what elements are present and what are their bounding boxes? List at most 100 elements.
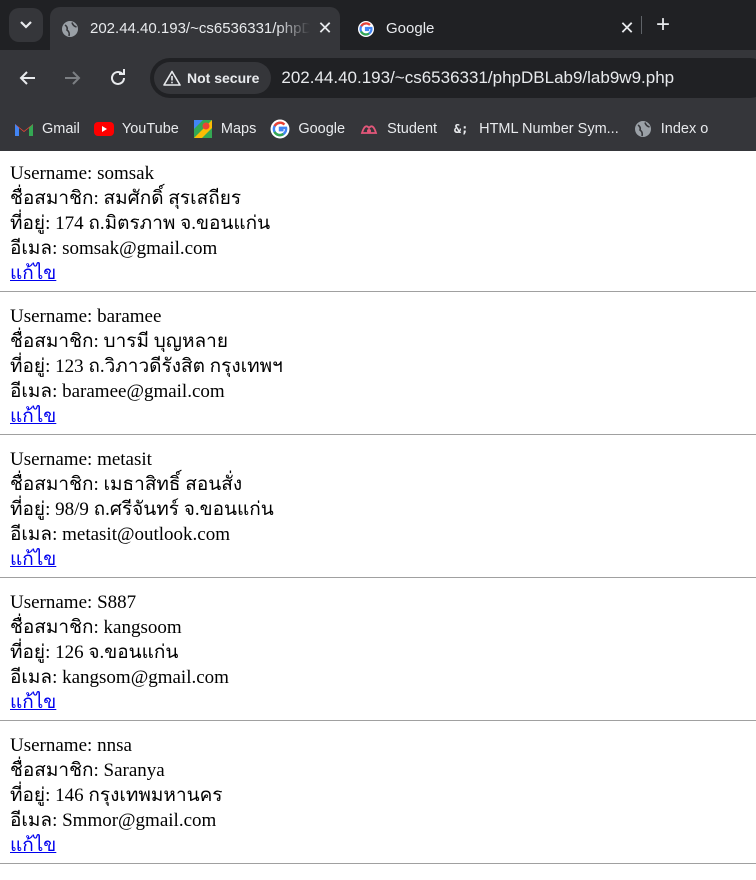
bookmark-gmail[interactable]: Gmail <box>14 119 80 139</box>
member-name-value: Saranya <box>103 760 165 781</box>
bookmarks-bar: Gmail YouTube Maps Google Student &; HTM… <box>0 106 756 151</box>
close-tab-icon[interactable]: ✕ <box>310 18 340 39</box>
address-line: ที่อยู่: 98/9 ถ.ศรีจันทร์ จ.ขอนแก่น <box>10 497 756 522</box>
back-button[interactable] <box>14 64 42 92</box>
email-label: อีเมล: <box>10 524 63 545</box>
edit-link[interactable]: แก้ไข <box>10 549 56 570</box>
bookmark-index[interactable]: Index o <box>633 119 709 139</box>
bookmark-html-number-symbols[interactable]: &; HTML Number Sym... <box>451 119 619 139</box>
browser-chrome: 202.44.40.193/~cs6536331/phpDBLab9/lab9w… <box>0 0 756 151</box>
member-name-label: ชื่อสมาชิก: <box>10 331 104 352</box>
security-label: Not secure <box>187 70 260 86</box>
globe-icon <box>633 119 653 139</box>
address-line: ที่อยู่: 123 ถ.วิภาวดีรังสิต กรุงเทพฯ <box>10 354 756 379</box>
member-name-line: ชื่อสมาชิก: สมศักดิ์ สุรเสถียร <box>10 186 756 211</box>
member-record: Username: nnsa ชื่อสมาชิก: Saranya ที่อย… <box>10 733 756 858</box>
username-line: Username: baramee <box>10 304 756 329</box>
maps-icon <box>193 119 213 139</box>
edit-link[interactable]: แก้ไข <box>10 406 56 427</box>
url-text: 202.44.40.193/~cs6536331/phpDBLab9/lab9w… <box>281 68 675 87</box>
tab-google[interactable]: Google ✕ <box>346 7 642 50</box>
close-tab-icon[interactable]: ✕ <box>612 18 642 39</box>
email-label: อีเมล: <box>10 381 63 402</box>
forward-button[interactable] <box>58 64 86 92</box>
username-value: baramee <box>97 306 162 327</box>
email-line: อีเมล: somsak@gmail.com <box>10 236 756 261</box>
edit-link[interactable]: แก้ไข <box>10 835 56 856</box>
address-value: 174 ถ.มิตรภาพ จ.ขอนแก่น <box>55 213 271 234</box>
member-name-line: ชื่อสมาชิก: บารมี บุญหลาย <box>10 329 756 354</box>
member-record: Username: S887 ชื่อสมาชิก: kangsoom ที่อ… <box>10 590 756 715</box>
tab-separator <box>641 16 642 34</box>
email-label: อีเมล: <box>10 667 63 688</box>
username-value: S887 <box>97 592 137 613</box>
email-label: อีเมล: <box>10 810 63 831</box>
address-label: ที่อยู่: <box>10 213 56 234</box>
student-icon <box>359 119 379 139</box>
divider <box>0 291 756 292</box>
username-value: somsak <box>97 163 155 184</box>
email-value: somsak@gmail.com <box>62 238 218 259</box>
bookmark-google[interactable]: Google <box>270 119 345 139</box>
member-name-label: ชื่อสมาชิก: <box>10 617 104 638</box>
youtube-icon <box>93 119 114 139</box>
address-line: ที่อยู่: 146 กรุงเทพมหานคร <box>10 783 756 808</box>
edit-link[interactable]: แก้ไข <box>10 692 56 713</box>
email-value: Smmor@gmail.com <box>62 810 217 831</box>
security-indicator[interactable]: Not secure <box>154 62 272 94</box>
edit-link[interactable]: แก้ไข <box>10 263 56 284</box>
bookmark-label: Student <box>387 120 438 137</box>
bookmark-label: HTML Number Sym... <box>479 120 619 137</box>
google-icon <box>270 119 290 139</box>
bookmark-student[interactable]: Student <box>359 119 437 139</box>
address-value: 146 กรุงเทพมหานคร <box>55 785 223 806</box>
username-line: Username: somsak <box>10 161 756 186</box>
tab-title: 202.44.40.193/~cs6536331/phpDBLab9/lab9w… <box>90 20 310 37</box>
address-line: ที่อยู่: 126 จ.ขอนแก่น <box>10 640 756 665</box>
member-record: Username: baramee ชื่อสมาชิก: บารมี บุญห… <box>10 304 756 429</box>
address-label: ที่อยู่: <box>10 499 56 520</box>
email-value: kangsom@gmail.com <box>62 667 229 688</box>
address-label: ที่อยู่: <box>10 785 56 806</box>
warning-icon <box>163 70 181 86</box>
tab-search-button[interactable] <box>9 8 43 42</box>
member-record: Username: metasit ชื่อสมาชิก: เมธาสิทธิ์… <box>10 447 756 572</box>
username-value: nnsa <box>97 735 132 756</box>
bookmark-label: Index o <box>660 120 709 137</box>
browser-toolbar: Not secure 202.44.40.193/~cs6536331/phpD… <box>0 50 756 106</box>
address-label: ที่อยู่: <box>10 356 56 377</box>
member-list: Username: somsak ชื่อสมาชิก: สมศักดิ์ สุ… <box>0 151 756 864</box>
address-label: ที่อยู่: <box>10 642 56 663</box>
bookmark-youtube[interactable]: YouTube <box>93 119 179 139</box>
address-value: 126 จ.ขอนแก่น <box>55 642 179 663</box>
tab-lab9w9[interactable]: 202.44.40.193/~cs6536331/phpDBLab9/lab9w… <box>50 7 340 50</box>
member-name-label: ชื่อสมาชิก: <box>10 474 104 495</box>
reload-icon <box>111 69 125 85</box>
member-name-value: บารมี บุญหลาย <box>103 331 228 352</box>
bookmark-label: Google <box>298 120 346 137</box>
tab-title: Google <box>386 20 435 37</box>
reload-button[interactable] <box>104 64 132 92</box>
new-tab-button[interactable]: + <box>652 12 674 38</box>
email-line: อีเมล: baramee@gmail.com <box>10 379 756 404</box>
email-value: metasit@outlook.com <box>62 524 231 545</box>
username-line: Username: metasit <box>10 447 756 472</box>
member-name-value: สมศักดิ์ สุรเสถียร <box>103 188 242 209</box>
member-name-line: ชื่อสมาชิก: เมธาสิทธิ์ สอนสั่ง <box>10 472 756 497</box>
username-label: Username: <box>10 449 98 470</box>
username-label: Username: <box>10 163 98 184</box>
member-record: Username: somsak ชื่อสมาชิก: สมศักดิ์ สุ… <box>10 161 756 286</box>
member-name-value: kangsoom <box>103 617 182 638</box>
email-value: baramee@gmail.com <box>62 381 225 402</box>
html-entity-icon: &; <box>453 121 469 136</box>
email-line: อีเมล: kangsom@gmail.com <box>10 665 756 690</box>
address-bar[interactable]: Not secure 202.44.40.193/~cs6536331/phpD… <box>150 58 756 98</box>
divider <box>0 434 756 435</box>
username-label: Username: <box>10 306 98 327</box>
forward-arrow-icon <box>65 71 81 85</box>
address-value: 98/9 ถ.ศรีจันทร์ จ.ขอนแก่น <box>55 499 274 520</box>
username-label: Username: <box>10 735 98 756</box>
bookmark-label: Maps <box>220 120 257 137</box>
bookmark-maps[interactable]: Maps <box>193 119 256 139</box>
bookmark-label: Gmail <box>42 120 80 137</box>
